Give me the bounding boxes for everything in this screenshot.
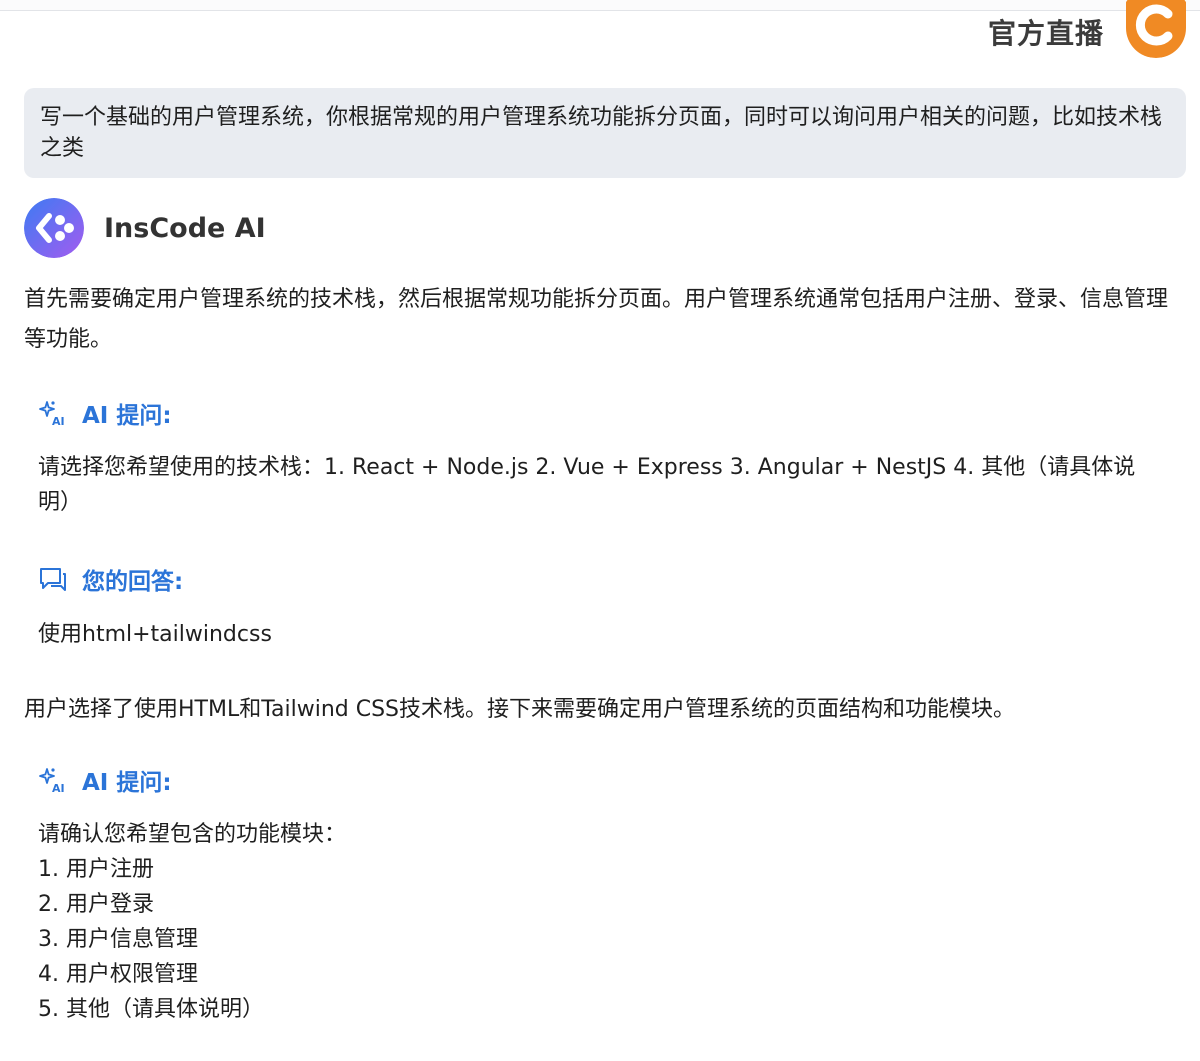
list-item: 1. 用户注册	[38, 857, 154, 882]
list-item: 3. 用户信息管理	[38, 927, 198, 952]
list-item: 5. 其他（请具体说明）	[38, 997, 264, 1022]
ai-sparkle-icon: AI	[38, 765, 68, 795]
assistant-followup: 用户选择了使用HTML和Tailwind CSS技术栈。接下来需要确定用户管理系…	[24, 697, 1016, 722]
ai-question-intro: 请确认您希望包含的功能模块：	[38, 822, 347, 847]
user-message-bubble: 写一个基础的用户管理系统，你根据常规的用户管理系统功能拆分页面，同时可以询问用户…	[24, 88, 1186, 178]
assistant-name: InsCode AI	[104, 212, 266, 244]
ai-question-header-2: AI AI 提问:	[38, 763, 172, 797]
csdn-logo-icon[interactable]	[1126, 0, 1186, 58]
assistant-intro: 首先需要确定用户管理系统的技术栈，然后根据常规功能拆分页面。用户管理系统通常包括…	[24, 287, 1169, 352]
top-divider	[0, 0, 1200, 11]
answer-text: 使用html+tailwindcss	[38, 622, 272, 647]
ai-question-label: AI 提问:	[82, 403, 172, 429]
ai-question-text-2: 请确认您希望包含的功能模块： 1. 用户注册 2. 用户登录 3. 用户信息管理…	[38, 817, 1168, 1027]
ai-question-header-1: AI AI 提问:	[38, 396, 172, 430]
ai-question-label: AI 提问:	[82, 770, 172, 796]
answer-header: 您的回答:	[38, 562, 183, 596]
live-label[interactable]: 官方直播	[988, 14, 1104, 54]
assistant-header: InsCode AI	[24, 198, 266, 258]
svg-text:AI: AI	[52, 782, 65, 795]
svg-text:AI: AI	[52, 415, 65, 428]
ai-question-text-1: 请选择您希望使用的技术栈：1. React + Node.js 2. Vue +…	[38, 455, 1136, 515]
list-item: 2. 用户登录	[38, 892, 154, 917]
inscode-avatar-icon	[24, 198, 84, 258]
list-item: 4. 用户权限管理	[38, 962, 198, 987]
ai-sparkle-icon: AI	[38, 398, 68, 428]
answer-label: 您的回答:	[82, 569, 184, 595]
chat-page: 官方直播 写一个基础的用户管理系统，你根据常规的用户管理系统功能拆分页面，同时可…	[0, 0, 1200, 1061]
chat-bubble-icon	[38, 564, 68, 594]
